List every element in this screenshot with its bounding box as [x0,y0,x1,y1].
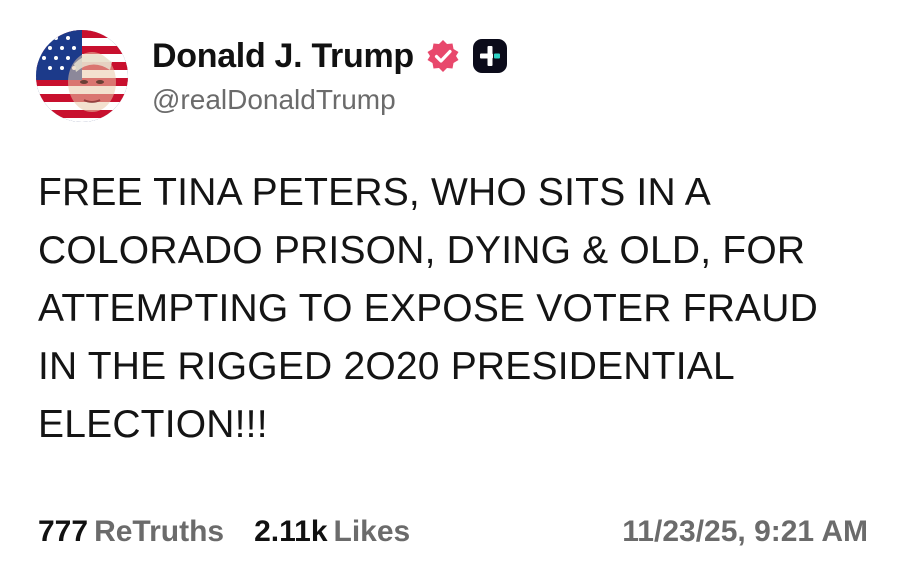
likes-label: Likes [333,515,411,548]
truth-social-logo-icon[interactable] [472,38,508,74]
retruths-count: 777 [38,515,89,548]
author-avatar[interactable] [36,30,128,122]
truth-post: Donald J. Trump @realDonaldTrump FREE TI… [0,0,901,581]
post-line: FREE TINA PETERS, WHO SITS IN A [38,171,711,214]
likes-stat[interactable]: 2.11k Likes [254,515,410,549]
flag-portrait-avatar-icon [36,30,128,122]
author-name-row: Donald J. Trump [152,34,508,78]
post-body: FREE TINA PETERS, WHO SITS IN A COLORADO… [38,164,878,454]
retruths-stat[interactable]: 777 ReTruths [38,515,224,549]
post-line: IN THE RIGGED 2O20 PRESIDENTIAL [38,345,735,388]
author-display-name[interactable]: Donald J. Trump [152,37,414,76]
post-timestamp[interactable]: 11/23/25, 9:21 AM [622,515,868,549]
verified-badge-icon [426,39,460,73]
likes-count: 2.11k [254,515,328,548]
post-line: ATTEMPTING TO EXPOSE VOTER FRAUD [38,287,819,330]
author-handle[interactable]: @realDonaldTrump [152,84,396,116]
post-line: COLORADO PRISON, DYING & OLD, FOR [38,229,806,272]
retruths-label: ReTruths [94,515,225,548]
post-line: ELECTION!!! [38,403,268,446]
post-stats: 777 ReTruths 2.11k Likes 11/23/25, 9:21 AM [38,512,868,552]
